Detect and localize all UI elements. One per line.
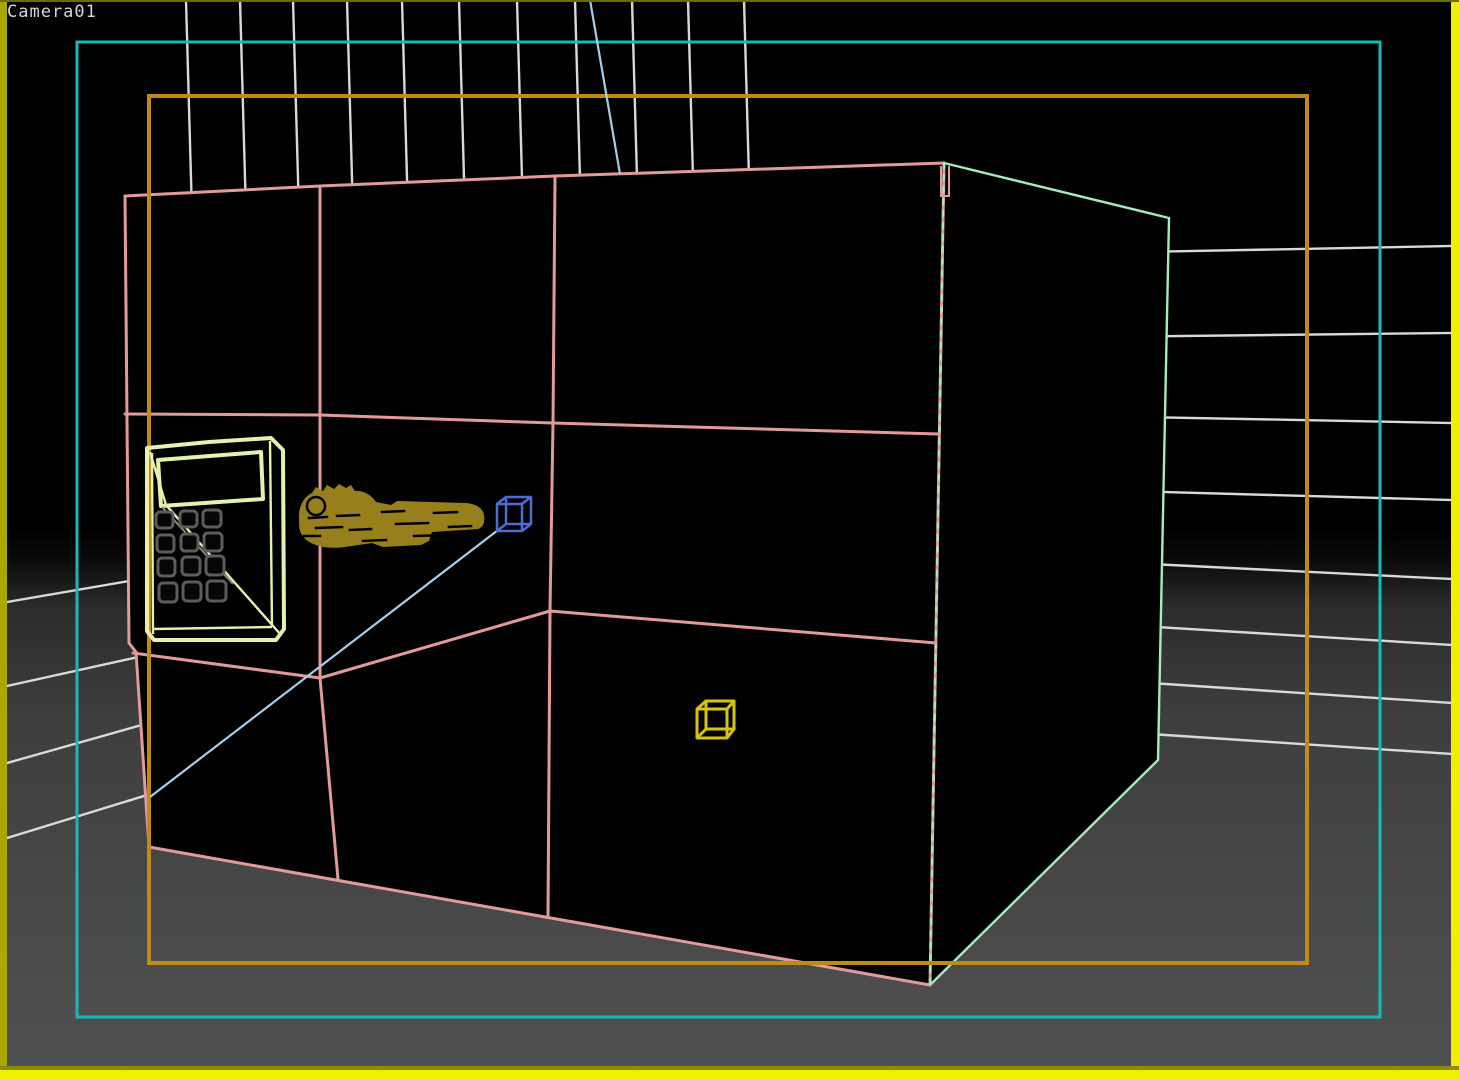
camera-label[interactable]: Camera01 bbox=[7, 2, 97, 22]
viewport-canvas[interactable] bbox=[0, 0, 1459, 1080]
wireframe-box[interactable] bbox=[123, 161, 950, 987]
camera-viewport[interactable]: Camera01 bbox=[0, 0, 1459, 1080]
